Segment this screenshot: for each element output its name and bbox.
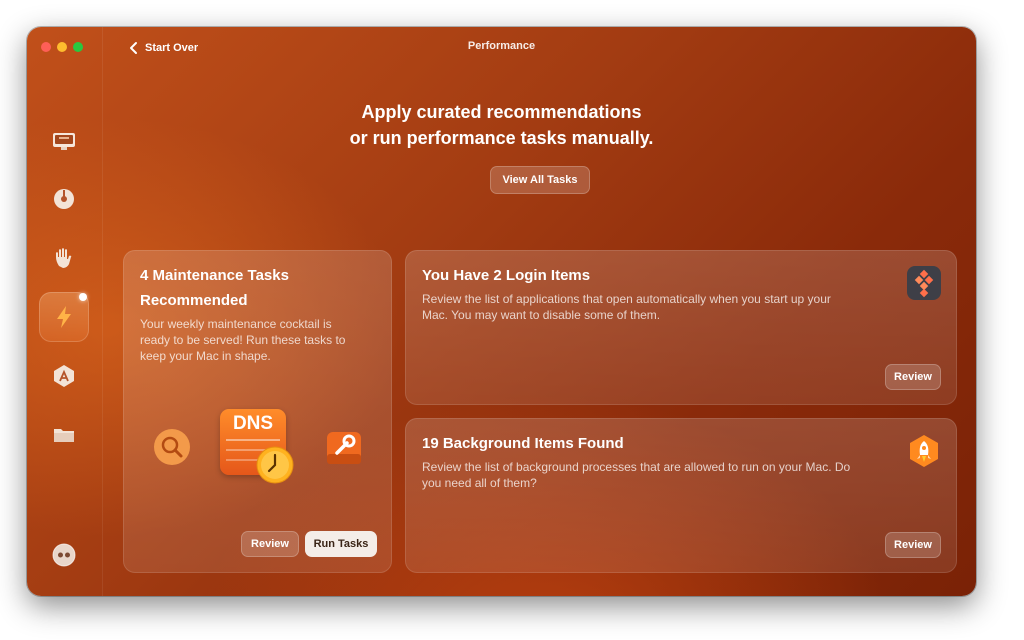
maintenance-card: 4 Maintenance Tasks Recommended Your wee… bbox=[123, 250, 392, 573]
window-title: Performance bbox=[467, 40, 536, 52]
sidebar-item-files[interactable] bbox=[39, 410, 89, 460]
sidebar-item-applications[interactable] bbox=[39, 351, 89, 401]
hand-icon bbox=[56, 248, 72, 268]
background-desc-line-2: you need all of them? bbox=[422, 476, 537, 490]
notification-dot bbox=[79, 293, 87, 301]
sidebar-item-privacy[interactable] bbox=[39, 233, 89, 283]
background-desc-line-1: Review the list of background processes … bbox=[422, 460, 851, 474]
magnifier-icon bbox=[154, 429, 190, 465]
clock-icon bbox=[256, 446, 294, 484]
folder-icon bbox=[54, 429, 74, 442]
maintenance-review-button[interactable]: Review bbox=[241, 531, 299, 557]
maintenance-title-line-2: Recommended bbox=[140, 292, 248, 309]
login-items-description: Review the list of applications that ope… bbox=[422, 291, 902, 323]
background-items-review-button[interactable]: Review bbox=[885, 532, 941, 558]
login-desc-line-1: Review the list of applications that ope… bbox=[422, 292, 831, 306]
disk-icon bbox=[54, 189, 74, 209]
run-tasks-button[interactable]: Run Tasks bbox=[305, 531, 377, 557]
sidebar-item-performance[interactable] bbox=[39, 292, 89, 342]
rocket-icon bbox=[910, 435, 938, 467]
app-window: Start Over Performance Apply curated rec… bbox=[27, 27, 976, 596]
repair-disk-icon bbox=[327, 432, 361, 464]
maintenance-desc-line-3: keep your Mac in shape. bbox=[140, 349, 271, 363]
background-items-card: 19 Background Items Found Review the lis… bbox=[405, 418, 957, 573]
assistant-button[interactable] bbox=[39, 530, 89, 580]
maintenance-card-title: 4 Maintenance Tasks Recommended bbox=[140, 263, 289, 313]
app-store-icon bbox=[54, 365, 74, 387]
headline-line-1: Apply curated recommendations bbox=[361, 102, 642, 122]
page-headline: Apply curated recommendations or run per… bbox=[27, 99, 976, 151]
maintenance-card-description: Your weekly maintenance cocktail is read… bbox=[140, 316, 380, 364]
login-items-title: You Have 2 Login Items bbox=[422, 267, 591, 284]
background-items-description: Review the list of background processes … bbox=[422, 459, 912, 491]
headline-line-2: or run performance tasks manually. bbox=[349, 128, 654, 148]
lightning-icon bbox=[57, 306, 71, 328]
maintenance-desc-line-2: ready to be served! Run these tasks to bbox=[140, 333, 346, 347]
login-desc-line-2: Mac. You may want to disable some of the… bbox=[422, 308, 661, 322]
maintenance-desc-line-1: Your weekly maintenance cocktail is bbox=[140, 317, 332, 331]
view-all-tasks-button[interactable]: View All Tasks bbox=[490, 166, 590, 194]
maintenance-title-line-1: 4 Maintenance Tasks bbox=[140, 267, 289, 284]
login-items-card: You Have 2 Login Items Review the list o… bbox=[405, 250, 957, 405]
dns-icon-label: DNS bbox=[232, 413, 274, 434]
sidebar-item-cleanup[interactable] bbox=[39, 174, 89, 224]
assistant-icon bbox=[52, 543, 76, 567]
background-items-title: 19 Background Items Found bbox=[422, 435, 624, 452]
login-items-review-button[interactable]: Review bbox=[885, 364, 941, 390]
login-items-app-icon bbox=[907, 266, 941, 300]
